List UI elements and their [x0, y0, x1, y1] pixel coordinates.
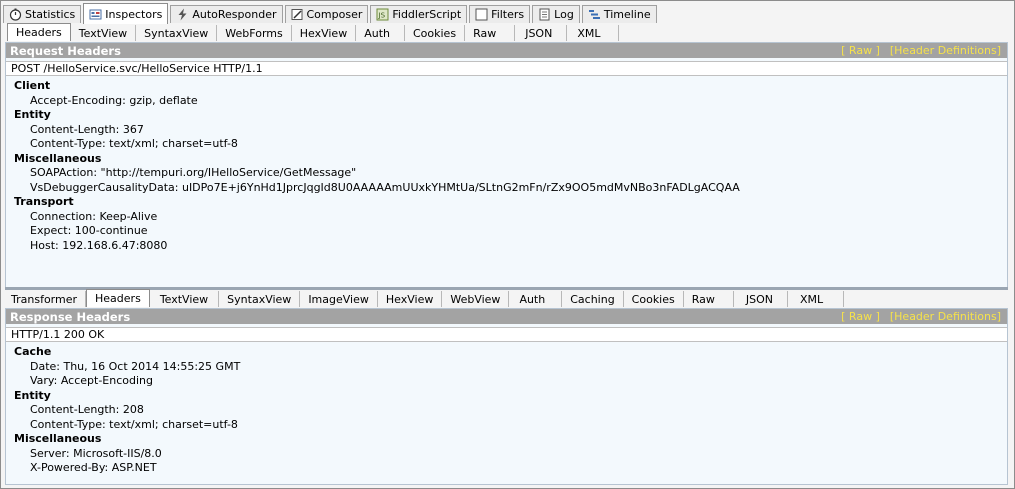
response-tab-cookies[interactable]: Cookies	[623, 291, 684, 307]
response-tab-transformer[interactable]: Transformer	[5, 291, 87, 307]
tab-autoresponder-label: AutoResponder	[192, 8, 277, 21]
tab-fiddlerscript-label: FiddlerScript	[392, 8, 462, 21]
response-tab-webview[interactable]: WebView	[442, 291, 510, 307]
request-tab-raw[interactable]: Raw	[465, 25, 516, 41]
group-entity[interactable]: Entity	[6, 108, 740, 123]
tab-autoresponder[interactable]: AutoResponder	[170, 5, 283, 23]
tab-inspectors[interactable]: Inspectors	[83, 3, 169, 24]
request-headers-title: Request Headers	[10, 43, 121, 58]
header-content-length[interactable]: Content-Length: 367	[6, 123, 740, 138]
script-icon: JS	[376, 8, 389, 21]
header-date[interactable]: Date: Thu, 16 Oct 2014 14:55:25 GMT	[6, 360, 240, 375]
timeline-icon	[588, 8, 601, 21]
header-soapaction[interactable]: SOAPAction: "http://tempuri.org/IHelloSe…	[6, 166, 740, 181]
inspectors-icon	[89, 8, 102, 21]
stopwatch-icon	[9, 8, 22, 21]
group-entity[interactable]: Entity	[6, 389, 240, 404]
header-vsdebugger[interactable]: VsDebuggerCausalityData: uIDPo7E+j6YnHd1…	[6, 181, 740, 196]
request-tab-hexview[interactable]: HexView	[291, 25, 357, 41]
inspector-window: Statistics Inspectors AutoResponder Comp…	[0, 0, 1015, 489]
request-headers-bar: Request Headers [ Raw ] [Header Definiti…	[6, 43, 1007, 58]
tab-timeline-label: Timeline	[603, 8, 651, 21]
lightning-icon	[176, 8, 189, 21]
request-tab-headers[interactable]: Headers	[7, 23, 71, 41]
request-tab-auth[interactable]: Auth	[356, 25, 405, 41]
header-content-length[interactable]: Content-Length: 208	[6, 403, 240, 418]
response-tab-auth[interactable]: Auth	[509, 291, 563, 307]
response-tab-textview[interactable]: TextView	[149, 291, 220, 307]
response-tab-caching[interactable]: Caching	[562, 291, 624, 307]
response-tab-syntaxview[interactable]: SyntaxView	[219, 291, 301, 307]
group-miscellaneous[interactable]: Miscellaneous	[6, 432, 240, 447]
request-raw-link[interactable]: [ Raw ]	[841, 44, 880, 57]
response-header-tree: Cache Date: Thu, 16 Oct 2014 14:55:25 GM…	[6, 345, 240, 476]
group-client[interactable]: Client	[6, 79, 740, 94]
tab-filters-label: Filters	[491, 8, 525, 21]
svg-text:JS: JS	[378, 12, 386, 20]
response-subtab-strip: Transformer Headers TextView SyntaxView …	[5, 289, 845, 307]
tab-inspectors-label: Inspectors	[105, 7, 163, 21]
header-connection[interactable]: Connection: Keep-Alive	[6, 210, 740, 225]
group-cache[interactable]: Cache	[6, 345, 240, 360]
request-tab-syntaxview[interactable]: SyntaxView	[136, 25, 218, 41]
tab-statistics[interactable]: Statistics	[3, 5, 82, 23]
response-headers-title: Response Headers	[10, 309, 131, 324]
request-tab-cookies[interactable]: Cookies	[404, 25, 466, 41]
request-tab-webforms[interactable]: WebForms	[217, 25, 292, 41]
request-subtab-strip: Headers TextView SyntaxView WebForms Hex…	[7, 23, 620, 41]
header-accept-encoding[interactable]: Accept-Encoding: gzip, deflate	[6, 94, 740, 109]
header-server[interactable]: Server: Microsoft-IIS/8.0	[6, 447, 240, 462]
response-tab-headers[interactable]: Headers	[86, 289, 150, 307]
header-x-powered-by[interactable]: X-Powered-By: ASP.NET	[6, 461, 240, 476]
header-host[interactable]: Host: 192.168.6.47:8080	[6, 239, 740, 254]
request-line: POST /HelloService.svc/HelloService HTTP…	[6, 61, 1007, 76]
request-tab-textview[interactable]: TextView	[70, 25, 137, 41]
log-icon	[538, 8, 551, 21]
header-content-type[interactable]: Content-Type: text/xml; charset=utf-8	[6, 137, 740, 152]
request-header-tree: Client Accept-Encoding: gzip, deflate En…	[6, 79, 740, 253]
tab-timeline[interactable]: Timeline	[581, 5, 657, 23]
request-tab-json[interactable]: JSON	[515, 25, 568, 41]
tab-composer-label: Composer	[306, 8, 363, 21]
checkbox-icon	[475, 8, 488, 21]
tab-log[interactable]: Log	[532, 5, 580, 23]
header-expect[interactable]: Expect: 100-continue	[6, 224, 740, 239]
tab-filters[interactable]: Filters	[469, 5, 531, 23]
response-raw-link[interactable]: [ Raw ]	[841, 310, 880, 323]
group-miscellaneous[interactable]: Miscellaneous	[6, 152, 740, 167]
request-tab-xml[interactable]: XML	[567, 25, 620, 41]
status-line: HTTP/1.1 200 OK	[6, 327, 1007, 342]
response-headers-bar: Response Headers [ Raw ] [Header Definit…	[6, 309, 1007, 324]
response-header-definitions-link[interactable]: [Header Definitions]	[890, 310, 1001, 323]
response-tab-json[interactable]: JSON	[733, 291, 789, 307]
main-tab-strip: Statistics Inspectors AutoResponder Comp…	[3, 3, 659, 24]
response-tab-imageview[interactable]: ImageView	[300, 291, 378, 307]
tab-fiddlerscript[interactable]: JS FiddlerScript	[370, 5, 468, 23]
header-vary[interactable]: Vary: Accept-Encoding	[6, 374, 240, 389]
response-headers-panel: Response Headers [ Raw ] [Header Definit…	[5, 308, 1008, 485]
group-transport[interactable]: Transport	[6, 195, 740, 210]
header-content-type[interactable]: Content-Type: text/xml; charset=utf-8	[6, 418, 240, 433]
request-headers-panel: Request Headers [ Raw ] [Header Definiti…	[5, 42, 1008, 288]
response-tab-hexview[interactable]: HexView	[377, 291, 443, 307]
response-tab-xml[interactable]: XML	[788, 291, 845, 307]
tab-composer[interactable]: Composer	[284, 5, 369, 23]
response-tab-raw[interactable]: Raw	[683, 291, 734, 307]
request-header-definitions-link[interactable]: [Header Definitions]	[890, 44, 1001, 57]
pencil-icon	[291, 8, 304, 21]
tab-statistics-label: Statistics	[25, 8, 76, 21]
tab-log-label: Log	[554, 8, 574, 21]
